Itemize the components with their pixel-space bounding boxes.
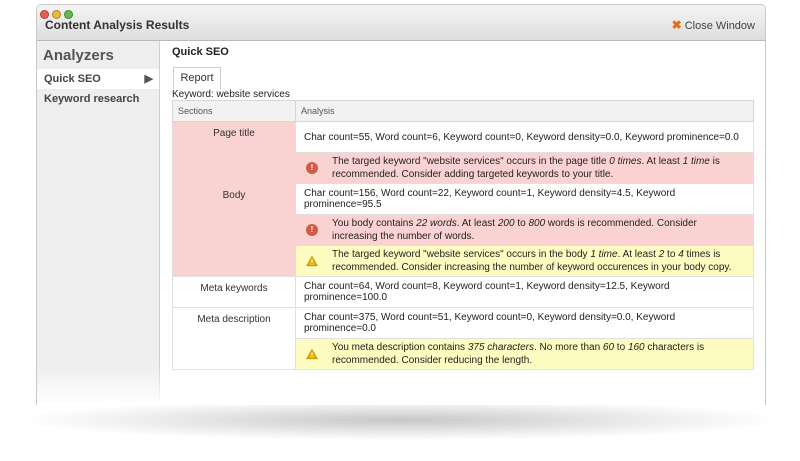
title-bar: Content Analysis Results ✖ Close Window bbox=[37, 5, 765, 41]
message-fragment: to bbox=[614, 342, 628, 353]
message-text: You meta description contains 375 charac… bbox=[332, 341, 745, 367]
error-message-cell: ! The targed keyword "website services" o… bbox=[295, 152, 754, 184]
stats-cell: Char count=55, Word count=6, Keyword cou… bbox=[295, 121, 754, 153]
section-name-cell: Page title bbox=[172, 121, 296, 184]
sidebar-item-keyword-research[interactable]: Keyword research bbox=[37, 89, 159, 109]
sidebar-item-quick-seo[interactable]: Quick SEO ▶ bbox=[37, 69, 159, 89]
message-text: The targed keyword "website services" oc… bbox=[332, 155, 745, 181]
section-name-cell: Body bbox=[172, 183, 296, 277]
close-window-label: Close Window bbox=[684, 20, 755, 32]
message-fragment: The targed keyword "website services" oc… bbox=[332, 156, 610, 167]
exclamation-circle-icon: ! bbox=[306, 224, 318, 236]
analysis-table-body: Page title Char count=55, Word count=6, K… bbox=[172, 121, 754, 370]
stats-cell: Char count=156, Word count=22, Keyword c… bbox=[295, 183, 754, 215]
message-fragment: You meta description contains bbox=[332, 342, 468, 353]
table-row: Body Char count=156, Word count=22, Keywo… bbox=[172, 183, 754, 277]
warning-message-cell: The targed keyword "website services" oc… bbox=[295, 245, 754, 277]
message-fragment: . At least bbox=[641, 156, 683, 167]
message-fragment: The targed keyword "website services" oc… bbox=[332, 249, 591, 260]
window-title: Content Analysis Results bbox=[45, 18, 190, 32]
analyzers-sidebar: Analyzers Quick SEO ▶ Keyword research bbox=[37, 41, 160, 405]
table-row: Meta keywords Char count=64, Word count=8… bbox=[172, 276, 754, 308]
sidebar-item-label: Quick SEO bbox=[44, 73, 101, 85]
main-panel: Quick SEO Report Keyword: website servic… bbox=[160, 41, 765, 405]
close-x-icon: ✖ bbox=[671, 18, 682, 32]
table-row: Meta description Char count=375, Word cou… bbox=[172, 307, 754, 370]
message-fragment: You body contains bbox=[332, 218, 417, 229]
column-header-analysis: Analysis bbox=[295, 100, 754, 122]
chevron-right-icon: ▶ bbox=[144, 73, 153, 85]
message: You meta description contains 375 charac… bbox=[304, 341, 745, 367]
message-text: You body contains 22 words. At least 200… bbox=[332, 217, 745, 243]
sidebar-item-label: Keyword research bbox=[44, 93, 140, 105]
exclamation-circle-icon: ! bbox=[306, 162, 318, 174]
error-message-cell: ! You body contains 22 words. At least 20… bbox=[295, 214, 754, 246]
close-window-button[interactable]: ✖ Close Window bbox=[672, 18, 755, 32]
table-header-row: Sections Analysis bbox=[172, 100, 754, 122]
emphasis-value: 22 words bbox=[416, 218, 457, 229]
stats-cell: Char count=64, Word count=8, Keyword cou… bbox=[295, 276, 754, 308]
message-fragment: to bbox=[664, 249, 679, 260]
table-row: Page title Char count=55, Word count=6, K… bbox=[172, 121, 754, 184]
message-fragment: . At least bbox=[617, 249, 659, 260]
message: The targed keyword "website services" oc… bbox=[304, 248, 745, 274]
warning-message-cell: You meta description contains 375 charac… bbox=[295, 338, 754, 370]
emphasis-value: 200 bbox=[497, 218, 515, 229]
emphasis-value: 800 bbox=[528, 218, 546, 229]
content-analysis-window: Content Analysis Results ✖ Close Window A… bbox=[36, 4, 766, 405]
message-text: The targed keyword "website services" oc… bbox=[332, 248, 745, 274]
message: ! You body contains 22 words. At least 20… bbox=[304, 217, 745, 243]
emphasis-value: 1 time bbox=[590, 249, 618, 260]
message-fragment: . No more than bbox=[533, 342, 603, 353]
message-fragment: to bbox=[514, 218, 529, 229]
page-title: Quick SEO bbox=[172, 46, 229, 58]
sidebar-heading: Analyzers bbox=[43, 47, 114, 64]
section-name-cell: Meta keywords bbox=[172, 276, 296, 308]
emphasis-value: 1 time bbox=[682, 156, 710, 167]
emphasis-value: 0 times bbox=[609, 156, 642, 167]
message: ! The targed keyword "website services" o… bbox=[304, 155, 745, 181]
analysis-table: Sections Analysis Page title Char count=5… bbox=[172, 100, 754, 370]
warning-triangle-icon bbox=[306, 255, 318, 267]
section-name-cell: Meta description bbox=[172, 307, 296, 370]
stats-cell: Char count=375, Word count=51, Keyword c… bbox=[295, 307, 754, 339]
message-fragment: . At least bbox=[456, 218, 498, 229]
column-header-sections: Sections bbox=[172, 100, 296, 122]
keyword-label: Keyword: website services bbox=[172, 89, 290, 100]
warning-triangle-icon bbox=[306, 348, 318, 360]
emphasis-value: 60 bbox=[602, 342, 615, 353]
window-controls bbox=[40, 6, 76, 19]
window-shadow bbox=[24, 400, 776, 440]
tab-report[interactable]: Report bbox=[173, 67, 221, 89]
emphasis-value: 160 bbox=[627, 342, 645, 353]
emphasis-value: 375 characters bbox=[467, 342, 534, 353]
